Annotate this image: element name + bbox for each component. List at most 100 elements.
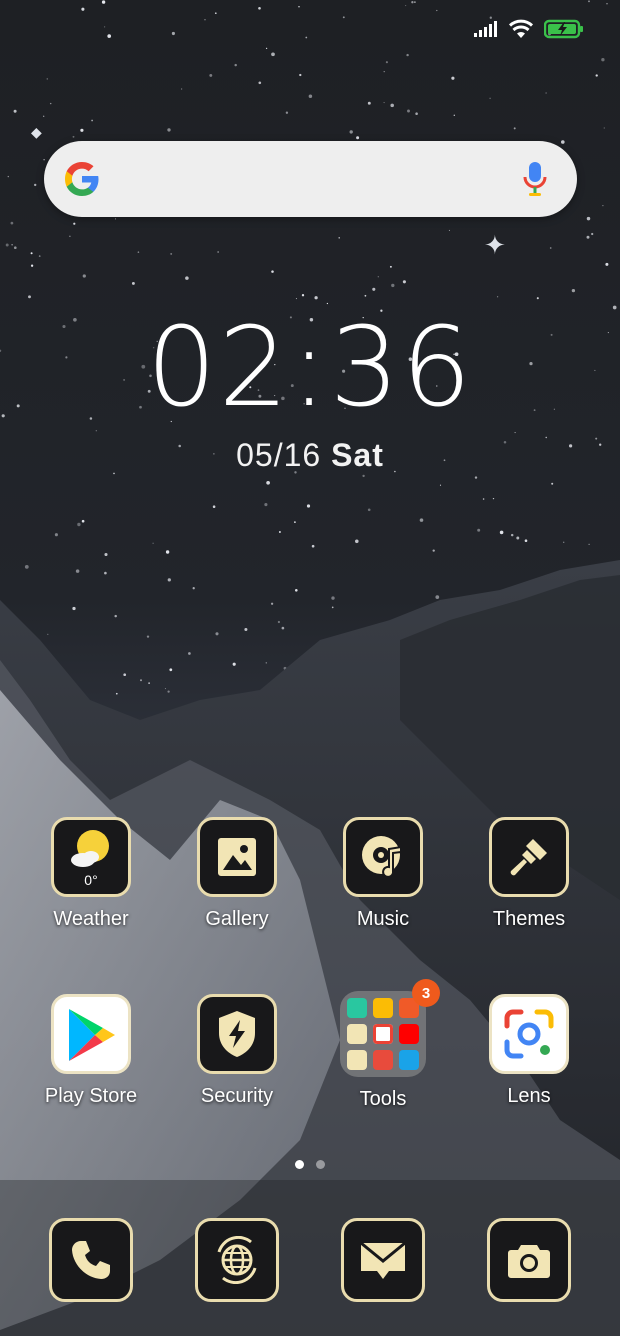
star [285,111,289,114]
page-dot [316,1160,325,1169]
star [72,135,75,138]
star [91,119,93,122]
star [477,528,481,532]
star [49,102,52,105]
phone-icon [49,1218,133,1302]
camera-icon [487,1218,571,1302]
app-weather[interactable]: 0° Weather [18,817,164,931]
star [209,73,213,77]
star [131,281,135,285]
weather-temperature: 0° [84,872,98,888]
star [278,531,281,533]
star [314,296,318,300]
star [148,682,150,684]
star [308,94,313,99]
star [435,595,440,599]
dock-phone[interactable] [18,1218,164,1302]
page-dot-active [295,1160,304,1169]
app-themes[interactable]: Themes [456,817,602,931]
app-label: Play Store [44,1085,138,1107]
star [46,78,49,80]
app-music[interactable]: Music [310,817,456,931]
voice-search-mic-icon[interactable] [523,161,547,197]
star [510,533,514,537]
star [152,542,154,544]
star [81,7,85,11]
star [54,533,58,537]
star [72,606,76,611]
star [266,480,270,485]
star [146,635,150,638]
star [298,5,300,8]
star [167,128,171,132]
star [439,484,442,486]
star [180,88,183,90]
star [588,543,590,546]
star [385,61,388,64]
star [115,692,118,695]
browser-globe-icon [195,1218,279,1302]
star [75,569,80,573]
star [104,571,107,575]
paintbrush-icon [489,817,569,897]
star [305,36,308,39]
dock-messages[interactable] [310,1218,456,1302]
app-gallery[interactable]: Gallery [164,817,310,931]
star [405,5,407,7]
status-bar [474,16,584,42]
star [217,251,219,253]
star [364,294,367,297]
star [73,222,76,225]
star [301,294,305,297]
star [391,283,395,288]
star [69,235,71,237]
app-folder-tools[interactable]: 3 Tools [310,979,456,1111]
star [5,243,9,247]
star [419,518,424,522]
clock-time[interactable]: 02:36 [0,312,620,422]
dock-camera[interactable] [456,1218,602,1302]
app-label: Music [356,908,410,930]
star [448,229,450,231]
google-search-bar[interactable] [44,141,577,217]
app-play-store[interactable]: Play Store [18,994,164,1108]
star [331,596,335,600]
app-label: Themes [492,908,566,930]
star [415,112,418,115]
star [164,688,166,690]
star [524,539,528,542]
google-lens-icon [489,994,569,1074]
star [167,578,171,582]
star [389,265,392,268]
star [258,6,261,10]
star [496,296,499,298]
star [605,262,609,266]
weather-sun-cloud-icon: 0° [51,817,131,897]
star [601,58,605,62]
star [258,81,262,85]
star [185,276,189,280]
star [390,103,394,108]
shield-bolt-icon [197,994,277,1074]
app-security[interactable]: Security [164,994,310,1108]
clock-date[interactable]: 05/16 Sat [0,437,620,474]
star [367,101,371,105]
star [137,251,140,253]
star [342,16,345,19]
star [82,274,86,278]
app-lens[interactable]: Lens [456,994,602,1108]
star [43,158,45,161]
app-label: Tools [359,1088,407,1110]
star [338,237,340,239]
star [11,244,13,246]
play-store-icon [51,994,131,1074]
star [489,97,491,100]
star [383,70,385,73]
star [204,19,206,21]
star [349,130,353,134]
dock-browser[interactable] [164,1218,310,1302]
recorder-icon [347,1050,367,1070]
star [432,549,435,552]
star [402,280,406,284]
star [277,620,281,624]
